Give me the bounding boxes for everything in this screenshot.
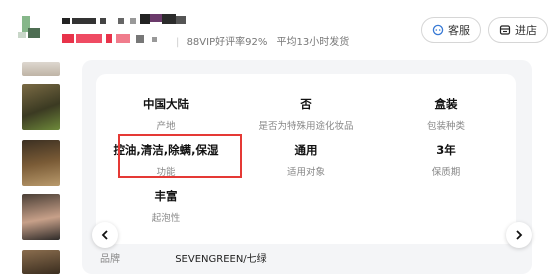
customer-service-button[interactable]: 客服 xyxy=(421,17,481,43)
brand-row: 品牌 SEVENGREEN/七绿 xyxy=(100,250,267,265)
param-value: 通用 xyxy=(294,143,318,157)
enter-store-label: 进店 xyxy=(515,24,537,37)
shop-logo[interactable] xyxy=(16,14,46,44)
param-value: 中国大陆 xyxy=(143,97,189,111)
customer-service-label: 客服 xyxy=(448,24,470,37)
param-label: 起泡性 xyxy=(151,213,181,224)
shop-header: | 88VIP好评率92% 平均13小时发货 客服 进店 xyxy=(0,0,554,58)
brand-value: SEVENGREEN/七绿 xyxy=(175,254,267,265)
param-special-use: 否 是否为特殊用途化妆品 xyxy=(236,96,376,132)
param-value: 盒装 xyxy=(434,97,458,111)
shop-rating-info: | 88VIP好评率92% 平均13小时发货 xyxy=(176,33,349,48)
thumbnail-image[interactable] xyxy=(22,194,60,240)
param-label: 产地 xyxy=(156,121,176,132)
separator: | xyxy=(176,37,180,48)
param-label: 适用对象 xyxy=(286,167,325,178)
next-button[interactable] xyxy=(506,222,532,248)
prev-button[interactable] xyxy=(92,222,118,248)
param-value: 丰富 xyxy=(154,189,178,203)
headset-icon xyxy=(432,24,444,36)
param-shelf-life: 3年 保质期 xyxy=(376,142,516,178)
param-foaming: 丰富 起泡性 xyxy=(96,188,236,224)
param-origin: 中国大陆 产地 xyxy=(96,96,236,132)
rating-text: 88VIP好评率92% xyxy=(186,37,268,48)
store-icon xyxy=(499,24,511,36)
thumbnail-strip xyxy=(22,58,60,274)
thumbnail-image[interactable] xyxy=(22,62,60,76)
param-value: 否 xyxy=(300,97,312,111)
param-label: 保质期 xyxy=(431,167,461,178)
chevron-left-icon xyxy=(99,226,111,245)
thumbnail-image[interactable] xyxy=(22,140,60,186)
brand-label: 品牌 xyxy=(100,254,120,265)
chevron-right-icon xyxy=(513,226,525,245)
enter-store-button[interactable]: 进店 xyxy=(488,17,548,43)
thumbnail-image[interactable] xyxy=(22,84,60,130)
param-label: 是否为特殊用途化妆品 xyxy=(258,121,354,132)
param-value: 3年 xyxy=(436,143,456,157)
highlight-box xyxy=(118,134,242,178)
thumbnail-image[interactable] xyxy=(22,250,60,274)
param-target: 通用 适用对象 xyxy=(236,142,376,178)
param-packaging: 盒装 包装种类 xyxy=(376,96,516,132)
shipping-text: 平均13小时发货 xyxy=(276,37,350,48)
param-label: 包装种类 xyxy=(426,121,465,132)
